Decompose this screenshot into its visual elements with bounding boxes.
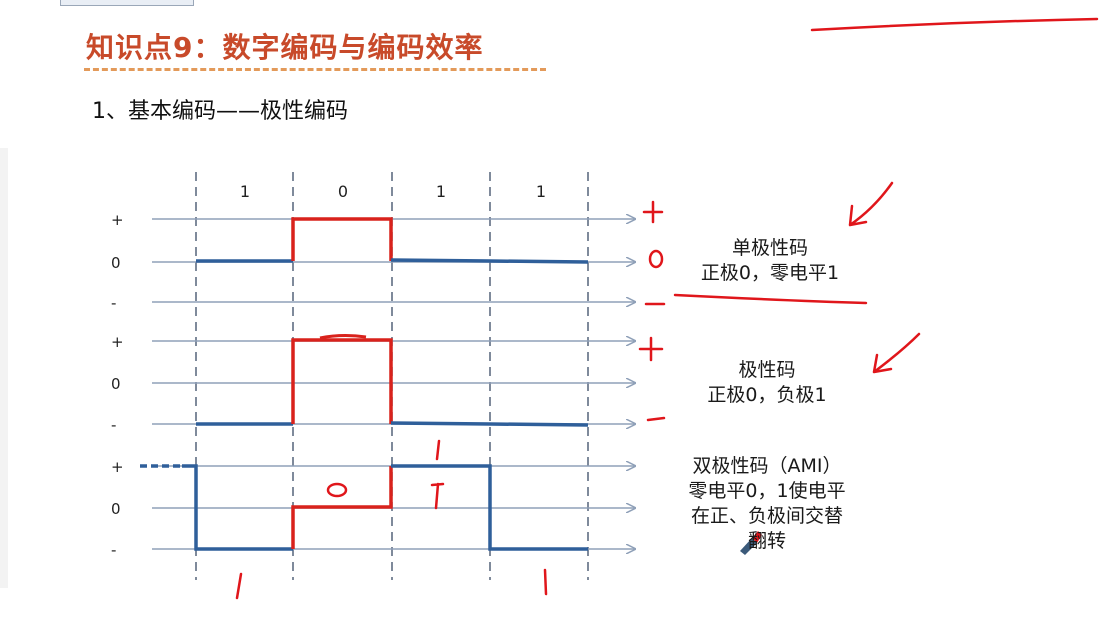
ami-rule-line: 零电平0，1使电平 [688, 480, 846, 502]
level-label: + [111, 211, 124, 229]
signal-segment [390, 258, 589, 264]
polar-description: 极性码 正极0，负极1 [657, 358, 877, 408]
one-annotation [235, 572, 243, 600]
ami-rule-line: 翻转 [747, 530, 786, 552]
level-label: 0 [111, 254, 121, 272]
unipolar-name: 单极性码 [731, 237, 808, 259]
bit-label: 1 [240, 182, 250, 201]
one-annotation [543, 568, 548, 596]
polar-rule: 正极0，负极1 [707, 384, 827, 406]
level-label: + [111, 333, 124, 351]
unipolar-rule: 正极0，零电平1 [700, 262, 840, 284]
unipolar-signal [196, 217, 589, 264]
minus-annotation [646, 416, 666, 422]
ami-rule-line: 在正、负极间交替 [690, 505, 843, 527]
signal-segment [291, 217, 393, 261]
bit-label: 1 [436, 182, 446, 201]
encoding-diagram: 1 0 1 1 + 0 - + 0 - + 0 - [111, 17, 1099, 600]
plus-annotation [642, 200, 664, 224]
axis-lines [152, 219, 635, 549]
level-label: - [111, 294, 116, 312]
arrow-annotation [430, 482, 445, 510]
level-label: 0 [111, 500, 121, 518]
level-labels: + 0 - + 0 - + 0 - [111, 211, 124, 559]
bit-labels: 1 0 1 1 [240, 182, 546, 201]
ami-name: 双极性码（AMI） [692, 455, 842, 477]
ami-description: 双极性码（AMI） 零电平0，1使电平 在正、负极间交替 翻转 [657, 454, 877, 554]
stroke-annotation [810, 17, 1099, 32]
level-label: + [111, 458, 124, 476]
signal-segment [319, 334, 367, 340]
level-label: - [111, 416, 116, 434]
plus-annotation [638, 336, 664, 362]
polar-name: 极性码 [738, 359, 796, 381]
bit-label: 0 [338, 182, 348, 201]
signal-segment [291, 466, 393, 549]
one-annotation [435, 439, 441, 461]
level-label: - [111, 541, 116, 559]
level-label: 0 [111, 375, 121, 393]
arrow-annotation [848, 181, 894, 227]
bit-label: 1 [536, 182, 546, 201]
unipolar-description: 单极性码 正极0，零电平1 [660, 236, 880, 286]
signal-segment [291, 338, 393, 424]
arrow-annotation [872, 332, 921, 374]
polar-signal [196, 334, 589, 427]
zero-annotation [326, 482, 348, 498]
signal-segment [390, 421, 589, 427]
underline-annotation [673, 293, 868, 305]
